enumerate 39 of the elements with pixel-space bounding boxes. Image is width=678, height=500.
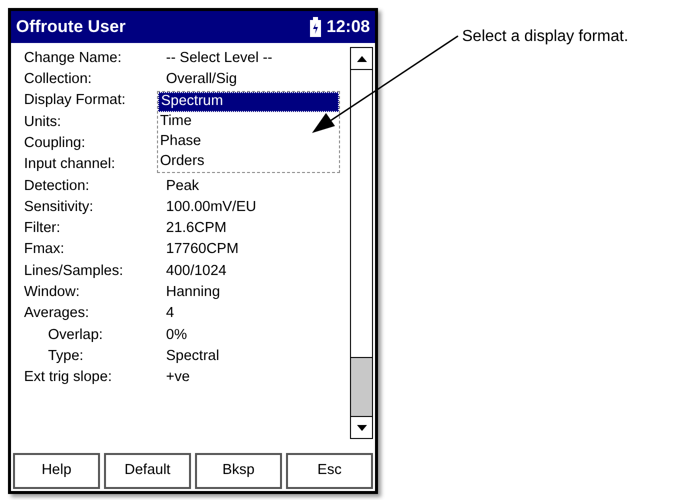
field-value[interactable]: 0% xyxy=(166,324,187,346)
up-arrow-icon xyxy=(356,56,366,62)
softkey-button[interactable]: Default xyxy=(104,453,191,489)
field-label: Filter: xyxy=(24,219,62,238)
dropdown-option[interactable]: Time xyxy=(158,112,339,132)
field-label: Ext trig slope: xyxy=(24,368,113,388)
dropdown-option[interactable]: Phase xyxy=(158,132,339,152)
field-label: Window: xyxy=(24,283,81,302)
window-title: Offroute User xyxy=(16,16,127,38)
softkey-button[interactable]: Esc xyxy=(286,453,373,489)
field-value[interactable]: 21.6CPM xyxy=(166,218,226,240)
field-value[interactable]: +ve xyxy=(166,367,190,389)
dropdown-option[interactable]: Spectrum xyxy=(158,92,339,112)
field-label: Detection: xyxy=(24,176,90,196)
dropdown-option[interactable]: Orders xyxy=(158,152,339,172)
field-label: Type: xyxy=(47,346,84,366)
softkey-button[interactable]: Bksp xyxy=(195,453,282,489)
field-value[interactable]: -- Select Level -- xyxy=(166,48,272,70)
field-value[interactable]: 100.00mV/EU xyxy=(166,196,256,219)
callout-text: Select a display format. xyxy=(462,27,628,47)
field-label: Collection: xyxy=(24,70,93,90)
softkey-button[interactable]: Help xyxy=(13,453,100,489)
field-label: Averages: xyxy=(24,304,90,324)
field-value[interactable]: Hanning xyxy=(166,282,220,304)
field-value[interactable]: 4 xyxy=(166,303,174,326)
field-value[interactable]: Overall/Sig xyxy=(166,69,237,91)
field-label: Fmax: xyxy=(24,240,66,260)
field-value[interactable]: 17760CPM xyxy=(166,239,239,262)
clock-time: 12:08 xyxy=(326,16,370,38)
field-value[interactable]: Peak xyxy=(166,176,200,198)
field-value[interactable]: Spectral xyxy=(166,346,220,368)
field-label: Overlap: xyxy=(47,326,104,345)
field-label: Lines/Samples: xyxy=(24,262,124,281)
scrollbar[interactable] xyxy=(350,47,373,439)
down-arrow-icon xyxy=(356,424,366,430)
field-label: Sensitivity: xyxy=(24,198,94,217)
battery-icon xyxy=(310,17,321,37)
field-value[interactable]: 400/1024 xyxy=(166,260,226,282)
field-label: Change Name: xyxy=(24,48,123,68)
